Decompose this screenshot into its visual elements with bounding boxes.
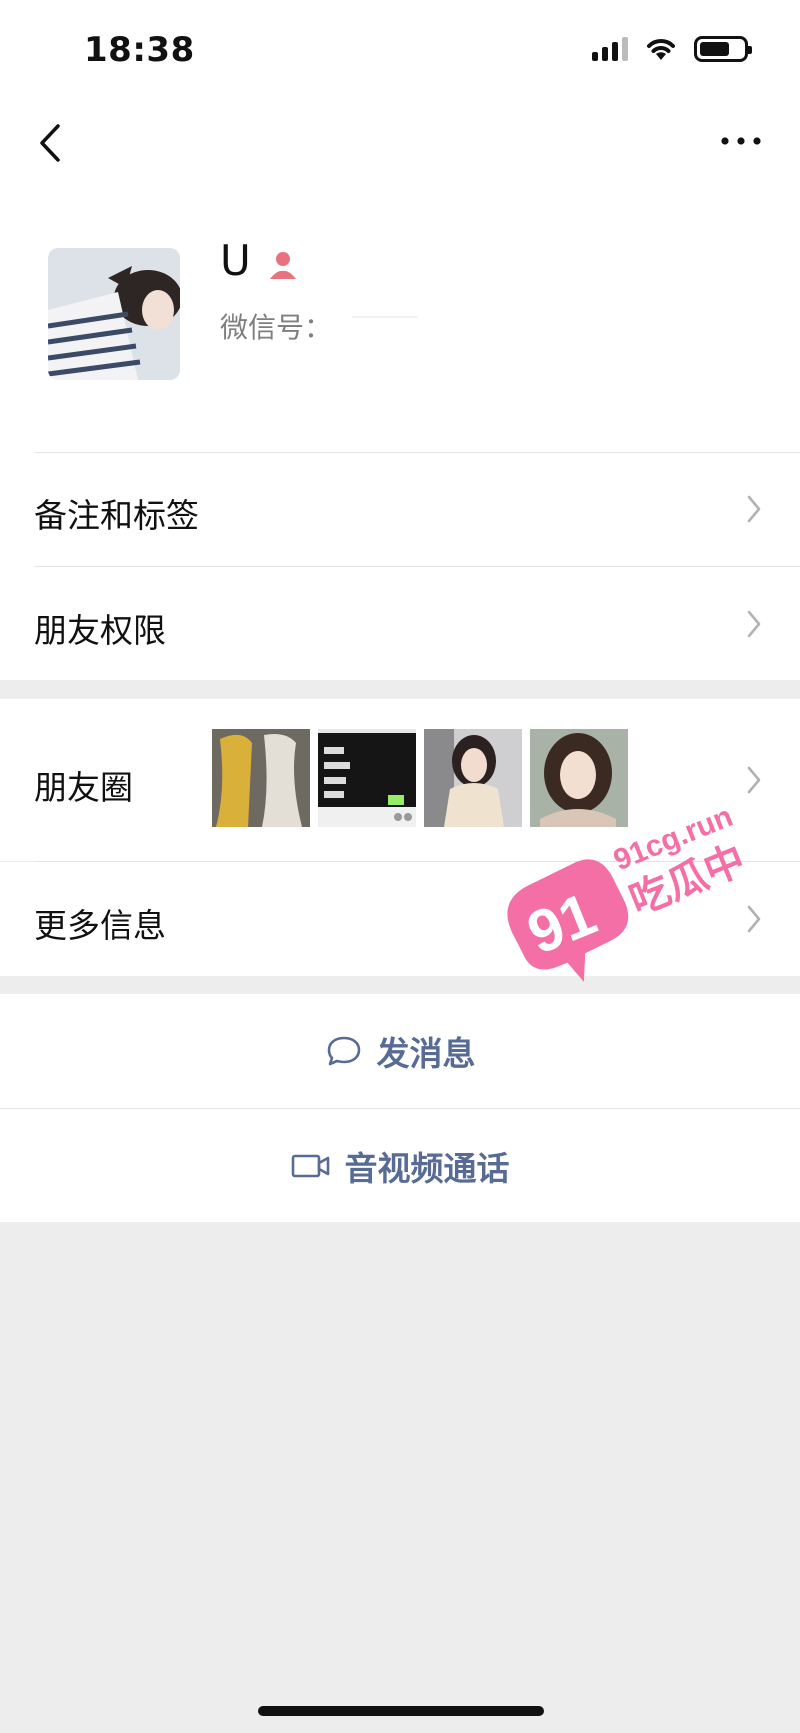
profile-card: 18:38 U 微信号： 备注和标签 朋友权限 (0, 0, 800, 680)
contact-name: U (220, 236, 251, 285)
chat-bubble-icon (327, 1036, 360, 1066)
wifi-icon (647, 39, 675, 60)
send-message-button[interactable]: 发消息 (0, 994, 800, 1108)
friend-permissions-label: 朋友权限 (34, 611, 166, 650)
status-icons (592, 36, 752, 62)
home-indicator[interactable] (258, 1706, 544, 1716)
more-options-button[interactable] (716, 126, 766, 156)
av-call-button[interactable]: 音视频通话 (0, 1109, 800, 1222)
signal-icon (592, 37, 628, 61)
more-info-label: 更多信息 (34, 906, 166, 945)
moments-thumbnail (318, 729, 416, 827)
moments-label: 朋友圈 (34, 768, 133, 807)
chevron-right-icon (747, 610, 761, 638)
video-camera-icon (291, 1154, 329, 1177)
chevron-right-icon (747, 766, 761, 794)
send-message-label: 发消息 (376, 1034, 476, 1073)
female-icon (270, 252, 296, 279)
contact-profile-screen: 18:38 U 微信号： 备注和标签 朋友权限 朋友圈 更多信息 发消息 音视频… (0, 0, 800, 1733)
battery-icon (694, 36, 752, 62)
status-time: 18:38 (84, 30, 195, 70)
watermark-logo: 91 91cg.run 吃瓜中心 (507, 800, 744, 982)
moments-thumbnail (212, 729, 310, 827)
remarks-tags-label: 备注和标签 (34, 496, 199, 535)
friend-permissions-cell[interactable]: 朋友权限 (0, 567, 800, 680)
chevron-right-icon (747, 495, 761, 523)
avatar[interactable] (48, 248, 180, 380)
av-call-label: 音视频通话 (344, 1148, 510, 1188)
wechat-id-label: 微信号： (220, 311, 333, 344)
back-button[interactable] (30, 118, 70, 168)
wechat-id-value (352, 316, 418, 318)
remarks-tags-cell[interactable]: 备注和标签 (0, 453, 800, 566)
chevron-right-icon (747, 905, 761, 933)
